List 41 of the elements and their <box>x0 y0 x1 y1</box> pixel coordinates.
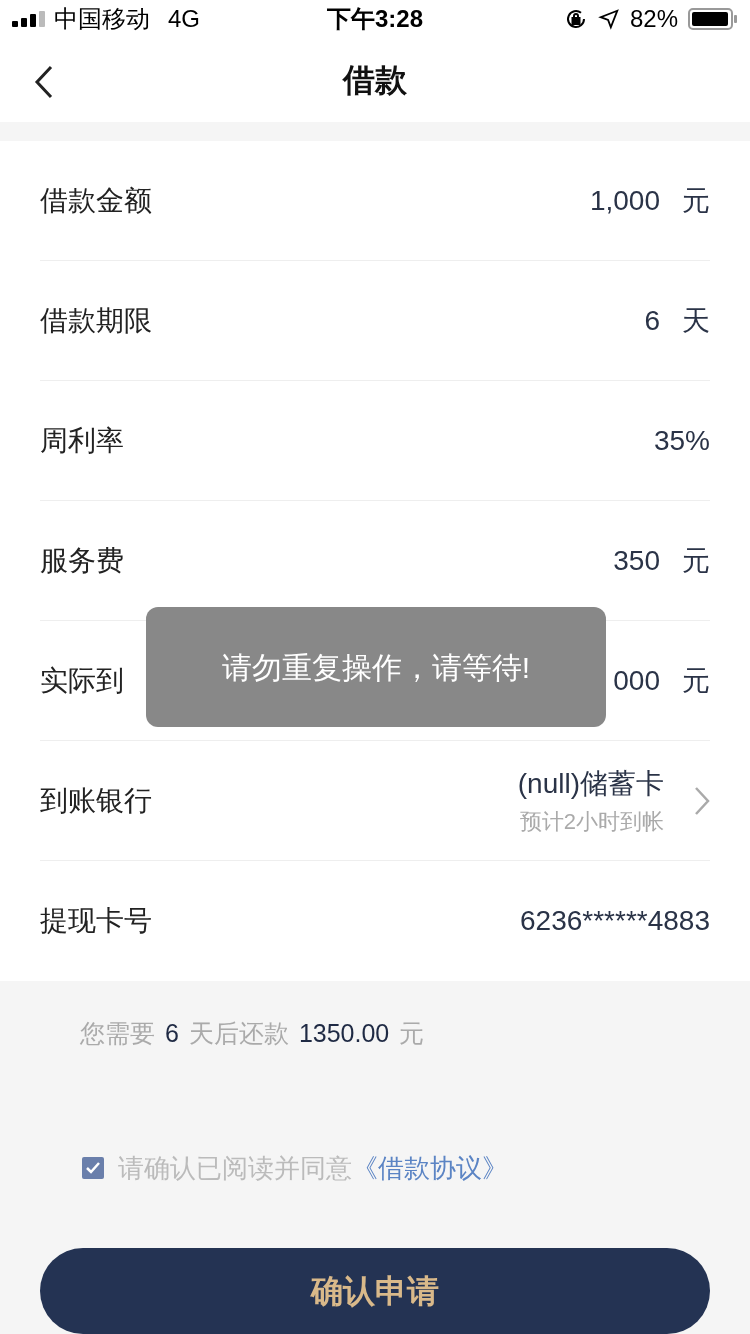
agreement-link[interactable]: 《借款协议》 <box>352 1149 508 1188</box>
row-value: 35% <box>653 424 710 458</box>
row-value: 6236******4883 <box>520 904 710 939</box>
chevron-icon <box>694 786 710 816</box>
signal-icon <box>12 11 46 28</box>
battery-icon <box>688 8 738 31</box>
row-unit: 元 <box>682 184 710 218</box>
carrier-name: 中国移动 <box>54 4 150 35</box>
summary-text: 元 <box>399 1018 425 1050</box>
battery-percent: 82% <box>629 4 678 35</box>
row-label: 周利率 <box>40 424 124 458</box>
agree-checkbox[interactable] <box>82 1157 104 1180</box>
row-label: 借款期限 <box>40 304 152 338</box>
row-label: 实际到 <box>40 664 124 698</box>
summary-value: 1350.00 <box>298 1018 390 1050</box>
summary-text: 天后还款 <box>188 1018 289 1050</box>
row-value: 000 <box>613 664 660 698</box>
location-icon <box>597 8 620 31</box>
toast-message: 请勿重复操作，请等待! <box>221 649 531 686</box>
summary-value: 6 <box>165 1018 179 1050</box>
row-unit: 元 <box>682 664 710 698</box>
network-type: 4G <box>168 4 200 35</box>
row-unit: 元 <box>682 544 710 578</box>
row-label: 借款金额 <box>40 184 152 218</box>
row-unit: 天 <box>682 304 710 338</box>
agreement-text: 请确认已阅读并同意 <box>118 1152 352 1185</box>
submit-button[interactable]: 确认申请 <box>40 1248 710 1334</box>
page-title: 借款 <box>343 61 407 101</box>
clock: 下午3:28 <box>327 4 424 35</box>
back-icon <box>34 65 54 100</box>
arrival-note: 预计2小时到帐 <box>519 808 664 837</box>
bank-name: (null)储蓄卡 <box>517 767 664 802</box>
summary-text: 您需要 <box>80 1018 155 1050</box>
row-value: 350 <box>613 544 660 578</box>
row-value: 1,000 <box>589 184 660 218</box>
row-label: 提现卡号 <box>40 904 152 939</box>
row-label: 到账银行 <box>40 784 152 818</box>
row-label: 服务费 <box>40 544 124 578</box>
check-icon <box>86 1162 100 1175</box>
row-value: 6 <box>644 304 660 338</box>
bank-selector[interactable]: (null)储蓄卡 预计2小时到帐 <box>517 763 710 839</box>
